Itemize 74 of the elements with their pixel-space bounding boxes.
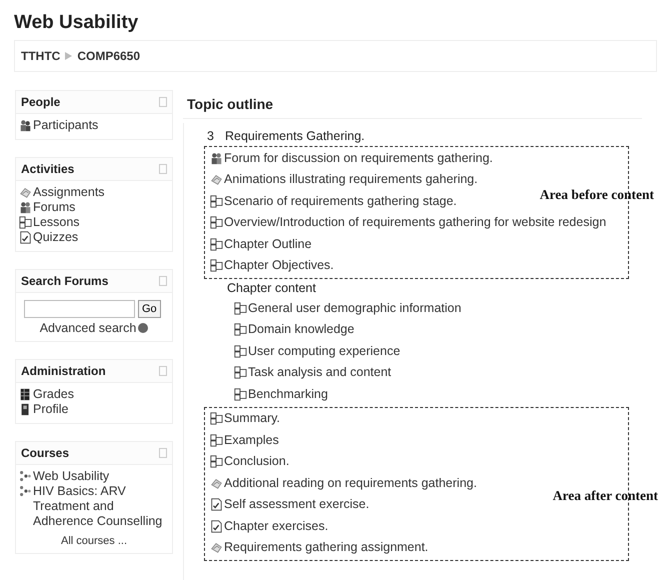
breadcrumb-link[interactable]: TTHTC [21,49,60,63]
annotation-label: Area after content [552,488,658,504]
activity-link[interactable]: Task analysis and content [248,365,392,380]
activity-link[interactable]: User computing experience [248,344,400,358]
search-field[interactable] [24,300,135,318]
activity-link[interactable]: HIV Basics: ARV Treatment and Adherence Counselling [33,484,169,529]
section-title: Requirements Gathering. [225,128,365,144]
block-title: Activities [21,162,74,176]
block-title: Search Forums [21,274,108,288]
activity-link[interactable]: Quizzes [33,230,78,245]
activity-link[interactable]: Requirements gathering assignment. [224,540,428,554]
people-icon [19,201,32,214]
block-title: Administration [21,364,106,378]
all-courses-link[interactable]: All courses ... [19,535,169,547]
page-title: Web Usability [14,12,140,34]
activity-link[interactable]: Animations illustrating requirements gahering. [224,172,478,186]
table-icon [19,388,32,401]
activity-link[interactable]: Domain knowledge [248,322,354,336]
page-stack-icon [234,302,247,315]
activity-link[interactable]: Chapter Objectives. [224,258,334,272]
activity-link[interactable]: Overview/Introduction of requirements gathering for website redesign [224,215,606,230]
dots-icon [19,470,32,483]
activity-link[interactable]: Assignments [33,185,105,200]
activity-link[interactable]: Lessons [33,215,80,230]
activity-link[interactable]: Profile [33,402,68,417]
activity-link[interactable]: Participants [33,118,98,133]
activity-link[interactable]: Forums [33,200,76,215]
page-stack-icon [210,455,223,468]
page-stack-icon [234,366,247,380]
activity-link[interactable]: Scenario of requirements gathering stage. [224,194,457,208]
help-icon[interactable] [138,323,148,333]
collapse-icon[interactable] [159,448,167,458]
activity-link[interactable]: Additional reading on requirements gathering. [224,476,477,490]
checklist-icon [210,498,223,512]
go-button[interactable]: Go [138,300,161,318]
page-stack-icon [210,238,223,251]
checklist-icon [210,520,223,533]
activity-link[interactable]: Chapter exercises. [224,518,328,533]
activity-link[interactable]: Web Usability [33,469,110,484]
activity-link[interactable]: General user demographic information [248,300,462,315]
collapse-icon[interactable] [159,366,167,376]
annotation-label: Area before content [540,187,654,203]
page-stack-icon [210,259,223,272]
block-title: Courses [21,446,70,460]
collapse-icon[interactable] [159,164,167,174]
advanced-search-link[interactable]: Advanced search [40,321,136,335]
activity-link[interactable]: Chapter Outline [224,236,312,251]
breadcrumb-link[interactable]: COMP6650 [77,49,140,63]
activity-link[interactable]: Self assessment exercise. [224,497,370,512]
activity-link[interactable]: Summary. [224,411,280,426]
page-stack-icon [210,412,223,426]
block-title: People [21,95,60,109]
people-icon [19,119,32,132]
page-stack-icon [210,216,223,230]
page-stack-icon [210,194,223,208]
section-number: 3 [207,128,215,144]
checklist-icon [19,231,32,244]
collapse-icon[interactable] [159,276,167,286]
page-stack-icon [234,323,247,336]
page-stack-icon [234,344,247,358]
activity-link[interactable]: Examples [224,432,279,447]
people-icon [210,152,223,165]
activity-link[interactable]: Conclusion. [224,454,290,468]
activity-link[interactable]: Grades [33,387,74,402]
activity-link[interactable]: Forum for discussion on requirements gathering. [224,150,493,165]
breadcrumb-arrow-icon [65,52,72,60]
collapse-icon[interactable] [159,97,167,107]
page-stack-icon [19,216,32,229]
activity-link[interactable]: Benchmarking [248,386,328,401]
dots-icon [19,485,32,498]
section-heading: Topic outline [183,96,642,119]
page-stack-icon [210,434,223,447]
page-stack-icon [234,388,247,401]
subsection-title: Chapter content [226,280,317,297]
